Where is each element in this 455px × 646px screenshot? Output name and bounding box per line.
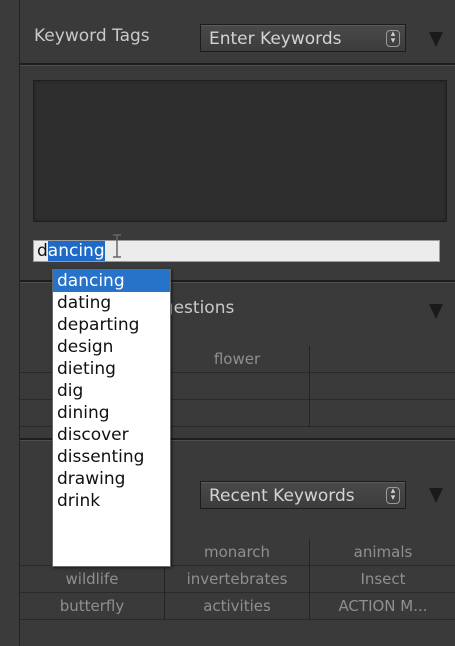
keyword-set-cell[interactable]: invertebrates	[165, 566, 309, 592]
keyword-set-row: butterfly activities ACTION M...	[20, 593, 455, 620]
collapse-triangle-icon[interactable]	[429, 488, 443, 503]
keyword-entry-typed: d	[37, 241, 48, 261]
keyword-set-select[interactable]: Recent Keywords ▴ ▾	[200, 481, 406, 509]
keyword-set-cell[interactable]: ACTION M...	[310, 593, 455, 619]
keyword-mode-select[interactable]: Enter Keywords ▴ ▾	[200, 24, 406, 52]
autocomplete-item[interactable]: drink	[53, 490, 170, 512]
stepper-icon: ▴ ▾	[386, 487, 400, 504]
keyword-entry-field[interactable]: dancing	[33, 240, 440, 262]
suggestion-cell[interactable]	[165, 373, 309, 399]
autocomplete-list: dancing dating departing design dieting …	[52, 269, 171, 567]
keyword-set-cell[interactable]: monarch	[165, 539, 309, 565]
autocomplete-item[interactable]: departing	[53, 314, 170, 336]
collapse-triangle-icon[interactable]	[429, 32, 443, 47]
suggestion-cell[interactable]	[310, 346, 455, 372]
keyword-entry-selection: ancing	[47, 241, 105, 261]
suggestion-cell[interactable]	[310, 400, 455, 426]
keyword-set-cell[interactable]: Insect	[310, 566, 455, 592]
collapse-triangle-icon[interactable]	[429, 304, 443, 319]
autocomplete-item[interactable]: dissenting	[53, 446, 170, 468]
keyword-set-cell[interactable]: animals	[310, 539, 455, 565]
keyword-set-row: wildlife invertebrates Insect	[20, 566, 455, 593]
autocomplete-item[interactable]: dancing	[53, 270, 170, 292]
keyword-set-cell[interactable]: butterfly	[20, 593, 164, 619]
suggestion-cell[interactable]: flower	[165, 346, 309, 372]
header-divider	[20, 63, 455, 66]
keywording-panel: Keyword Tags Enter Keywords ▴ ▾ dancing g…	[19, 0, 455, 646]
grid-separator	[309, 346, 310, 427]
autocomplete-item[interactable]: design	[53, 336, 170, 358]
autocomplete-item[interactable]: dating	[53, 292, 170, 314]
stepper-icon: ▴ ▾	[386, 30, 400, 47]
keyword-tags-label: Keyword Tags	[34, 26, 150, 46]
keyword-tags-textarea[interactable]	[33, 80, 447, 222]
autocomplete-item[interactable]: discover	[53, 424, 170, 446]
autocomplete-item[interactable]: dieting	[53, 358, 170, 380]
text-cursor-icon	[113, 234, 121, 258]
grid-separator	[309, 539, 310, 620]
autocomplete-item[interactable]: dig	[53, 380, 170, 402]
keyword-mode-value: Enter Keywords	[209, 29, 342, 49]
suggestion-cell[interactable]	[310, 373, 455, 399]
keyword-set-cell[interactable]: wildlife	[20, 566, 164, 592]
autocomplete-item[interactable]: drawing	[53, 468, 170, 490]
keyword-set-value: Recent Keywords	[209, 486, 355, 506]
keyword-set-cell[interactable]: activities	[165, 593, 309, 619]
suggestion-cell[interactable]	[165, 400, 309, 426]
autocomplete-item[interactable]: dining	[53, 402, 170, 424]
